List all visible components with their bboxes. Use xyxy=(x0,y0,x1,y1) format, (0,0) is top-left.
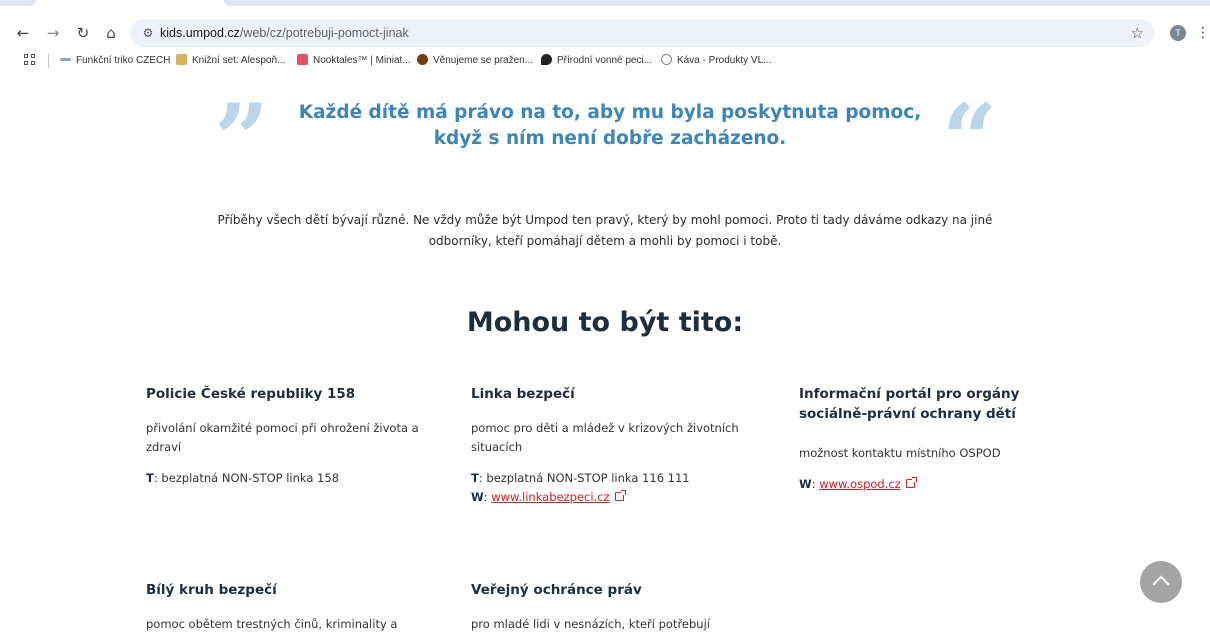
home-icon[interactable]: ⌂ xyxy=(100,22,122,44)
bookmark-label: Funkční triko CZECH xyxy=(76,55,171,66)
contact-card-linka-bezpeci: Linka bezpečí pomoc pro děti a mládež v … xyxy=(471,384,771,507)
site-settings-icon[interactable]: ⚙ xyxy=(139,24,157,42)
browser-toolbar: ← → ↻ ⌂ ⚙ kids.umpod.cz/web/cz/potrebuji… xyxy=(0,16,1210,50)
quote-open-mark: ” xyxy=(214,83,270,196)
quote-close-mark: “ xyxy=(942,83,998,196)
url-host: kids.umpod.cz xyxy=(160,26,240,40)
reload-icon[interactable]: ↻ xyxy=(72,22,94,44)
phone-value: : bezplatná NON-STOP linka 158 xyxy=(153,471,340,485)
bookmarks-separator xyxy=(48,54,49,68)
phone-key: T xyxy=(471,471,479,485)
card-description: pomoc pro děti a mládež v krizových živo… xyxy=(471,421,739,454)
phone-key: T xyxy=(146,471,154,485)
bookmark-favicon xyxy=(541,54,552,65)
bookmark-label: Káva - Produkty VL... xyxy=(677,55,772,66)
bookmark-favicon xyxy=(417,54,428,65)
bookmark-label: Nooktales™ | Miniat... xyxy=(313,55,411,66)
address-bar[interactable]: ⚙ kids.umpod.cz/web/cz/potrebuji-pomoct-… xyxy=(130,19,1154,47)
tab-edge xyxy=(0,0,36,6)
bookmark-item[interactable]: Funkční triko CZECH xyxy=(60,50,170,72)
back-arrow-icon[interactable]: ← xyxy=(12,22,34,44)
bookmark-item[interactable]: Knižní set: Alespoň... xyxy=(176,50,285,72)
card-title: Informační portál pro orgány sociálně-pr… xyxy=(799,386,1020,422)
intro-paragraph: Příběhy všech dětí bývají různé. Ne vždy… xyxy=(217,213,993,248)
external-link-icon xyxy=(905,477,917,488)
quote-text: Každé dítě má právo na to, aby mu byla p… xyxy=(298,102,922,149)
url-path: /web/cz/potrebuji-pomoct-jinak xyxy=(239,26,409,40)
contact-card-ospod: Informační portál pro orgány sociálně-pr… xyxy=(799,384,1069,494)
bookmark-star-icon[interactable]: ☆ xyxy=(1131,23,1144,43)
card-web: W: www.ospod.cz xyxy=(799,475,1069,494)
tab-strip xyxy=(0,0,1210,16)
bookmark-item[interactable]: Přírodní vonné peci... xyxy=(541,50,652,72)
web-key: W xyxy=(471,490,484,504)
web-link-ospod[interactable]: www.ospod.cz xyxy=(819,477,901,491)
phone-value: : bezplatná NON-STOP linka 116 111 xyxy=(478,471,690,485)
bookmark-label: Přírodní vonné peci... xyxy=(557,55,653,66)
apps-grid-icon[interactable] xyxy=(24,54,36,66)
forward-arrow-icon[interactable]: → xyxy=(42,22,64,44)
kebab-menu-icon[interactable]: ⋮ xyxy=(1196,23,1210,43)
card-description: pomoc obětem trestných činů, kriminality… xyxy=(146,617,398,631)
web-key: W xyxy=(799,477,812,491)
bookmark-label: Knižní set: Alespoň... xyxy=(192,55,286,66)
card-title: Bílý kruh bezpečí xyxy=(146,582,277,598)
card-title: Veřejný ochránce práv xyxy=(471,582,642,598)
web-link-linkabezpeci[interactable]: www.linkabezpeci.cz xyxy=(491,490,609,504)
bookmark-item[interactable]: Věnujeme se pražen... xyxy=(417,50,533,72)
card-contacts: T: bezplatná NON-STOP linka 116 111 W: w… xyxy=(471,469,771,507)
profile-avatar[interactable]: T xyxy=(1170,25,1186,41)
bookmark-favicon xyxy=(176,54,187,65)
contact-card-ombudsman: Veřejný ochránce práv pro mladé lidi v n… xyxy=(471,580,771,633)
card-description: možnost kontaktu místního OSPOD xyxy=(799,446,1001,460)
card-title: Policie České republiky 158 xyxy=(146,386,356,402)
bookmark-favicon xyxy=(297,54,308,65)
card-title: Linka bezpečí xyxy=(471,386,575,402)
external-link-icon xyxy=(614,490,626,501)
address-url[interactable]: kids.umpod.cz/web/cz/potrebuji-pomoct-ji… xyxy=(160,19,409,47)
active-tab[interactable] xyxy=(224,0,1210,6)
card-description: pro mladé lidi v nesnázích, kteří potřeb… xyxy=(471,617,710,631)
bookmark-label: Věnujeme se pražen... xyxy=(433,55,534,66)
bookmark-item[interactable]: Nooktales™ | Miniat... xyxy=(297,50,411,72)
section-title: Mohou to být tito: xyxy=(466,307,744,338)
bookmark-favicon xyxy=(60,58,71,61)
scroll-to-top-button[interactable] xyxy=(1140,561,1182,603)
card-description: přivolání okamžité pomoci při ohrožení ž… xyxy=(146,421,419,454)
bookmark-item[interactable]: Káva - Produkty VL... xyxy=(661,50,772,72)
card-phone: T: bezplatná NON-STOP linka 158 xyxy=(146,469,446,488)
bookmarks-bar: Funkční triko CZECH Knižní set: Alespoň.… xyxy=(0,50,1210,72)
contact-card-bily-kruh: Bílý kruh bezpečí pomoc obětem trestných… xyxy=(146,580,446,633)
contact-card-police: Policie České republiky 158 přivolání ok… xyxy=(146,384,446,488)
bookmark-favicon xyxy=(661,54,672,65)
